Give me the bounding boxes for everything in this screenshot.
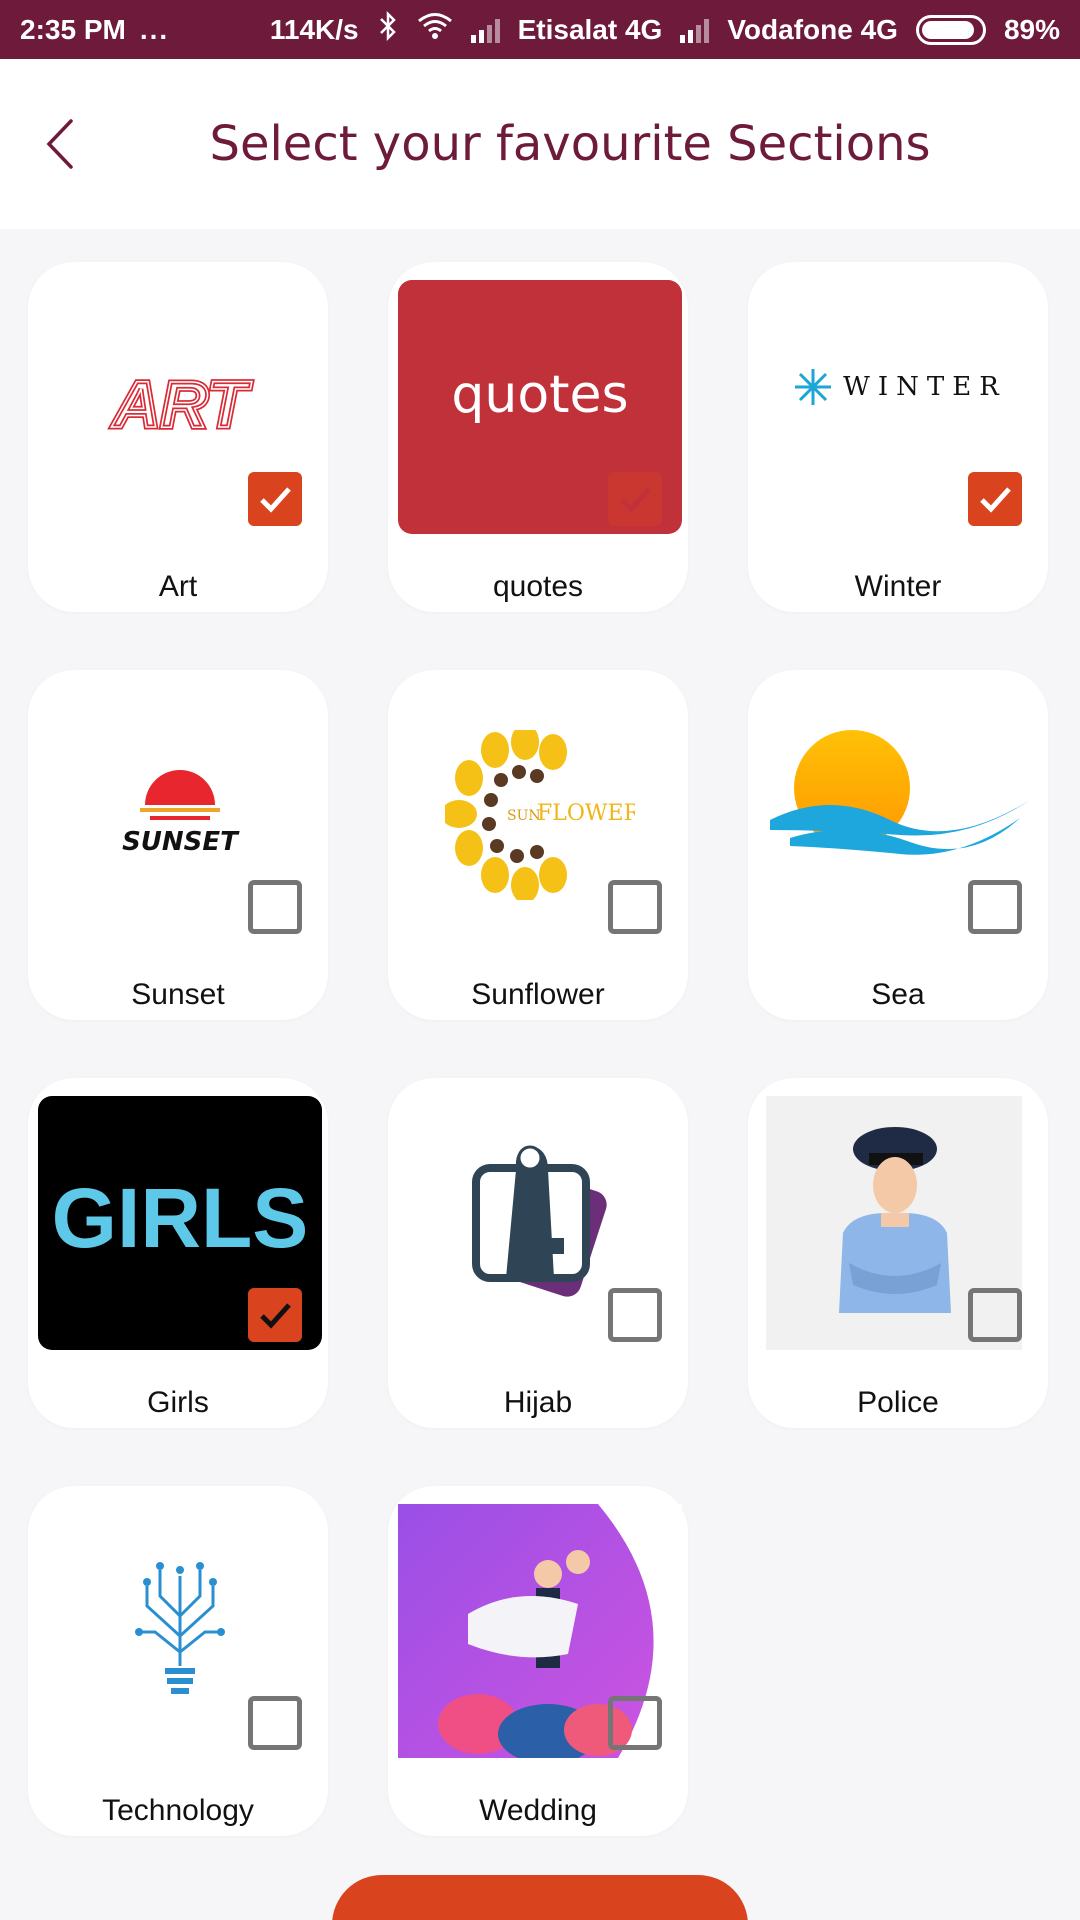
section-label: Girls bbox=[147, 1386, 209, 1419]
sunflower-text-b: FLOWER bbox=[537, 801, 635, 826]
section-card-quotes[interactable]: quotes quotes bbox=[388, 262, 688, 612]
winter-logo-text: WINTER bbox=[843, 372, 1007, 402]
section-card-wedding[interactable]: Wedding bbox=[388, 1486, 688, 1836]
sections-grid: ART ART Art quotes quotes WINTER Winter … bbox=[28, 262, 1052, 1836]
wifi-icon bbox=[417, 12, 453, 47]
snowflake-icon bbox=[795, 369, 832, 405]
checkbox-winter[interactable] bbox=[968, 472, 1022, 526]
section-label: Police bbox=[857, 1386, 939, 1419]
section-label: Hijab bbox=[503, 1386, 573, 1419]
carrier-2: Vodafone 4G bbox=[727, 13, 898, 45]
checkbox-quotes[interactable] bbox=[608, 472, 662, 526]
bluetooth-icon bbox=[377, 10, 399, 48]
check-icon bbox=[260, 487, 291, 513]
continue-button[interactable] bbox=[332, 1875, 748, 1920]
section-label: Winter bbox=[854, 570, 942, 603]
quotes-logo-text: quotes bbox=[451, 365, 629, 425]
section-card-hijab[interactable]: Hijab bbox=[388, 1078, 688, 1428]
status-time: 2:35 PM bbox=[20, 13, 126, 45]
checkbox-wedding[interactable] bbox=[608, 1696, 662, 1750]
section-label: Wedding bbox=[479, 1794, 597, 1827]
app-header: Select your favourite Sections bbox=[0, 59, 1080, 229]
section-card-art[interactable]: ART ART Art bbox=[28, 262, 328, 612]
signal-icon bbox=[680, 17, 710, 43]
section-card-winter[interactable]: WINTER Winter bbox=[748, 262, 1048, 612]
section-card-girls[interactable]: GIRLS Girls bbox=[28, 1078, 328, 1428]
section-label: Sunflower bbox=[471, 978, 605, 1011]
battery-percent: 89% bbox=[1003, 13, 1060, 45]
section-card-sunflower[interactable]: SUN FLOWER Sunflower bbox=[388, 670, 688, 1020]
svg-text:ART: ART bbox=[111, 367, 252, 441]
checkbox-technology[interactable] bbox=[248, 1696, 302, 1750]
section-label: quotes bbox=[492, 570, 584, 603]
checkbox-hijab[interactable] bbox=[608, 1288, 662, 1342]
section-card-sea[interactable]: Sea bbox=[748, 670, 1048, 1020]
checkbox-police[interactable] bbox=[968, 1288, 1022, 1342]
section-label: Sea bbox=[871, 978, 925, 1011]
section-label: Technology bbox=[102, 1794, 254, 1827]
section-card-technology[interactable]: Technology bbox=[28, 1486, 328, 1836]
status-dots: ... bbox=[139, 13, 170, 45]
section-card-sunset[interactable]: SUNSET Sunset bbox=[28, 670, 328, 1020]
checkbox-sunflower[interactable] bbox=[608, 880, 662, 934]
girls-logo-text: GIRLS bbox=[51, 1170, 309, 1265]
signal-icon bbox=[470, 17, 500, 43]
sunflower-text-a: SUN bbox=[507, 808, 541, 824]
check-icon bbox=[980, 487, 1011, 513]
section-label: Art bbox=[158, 570, 198, 603]
checkbox-sea[interactable] bbox=[968, 880, 1022, 934]
checkbox-girls[interactable] bbox=[248, 1288, 302, 1342]
back-button[interactable] bbox=[40, 114, 80, 174]
checkbox-sunset[interactable] bbox=[248, 880, 302, 934]
check-icon bbox=[620, 487, 651, 513]
battery-icon bbox=[915, 14, 986, 45]
check-icon bbox=[260, 1303, 291, 1329]
status-bar: 2:35 PM ... 114K/s Etisalat 4G Vodafone … bbox=[0, 0, 1080, 59]
chevron-left-icon bbox=[46, 119, 73, 169]
section-label: Sunset bbox=[131, 978, 225, 1011]
page-title: Select your favourite Sections bbox=[209, 116, 931, 172]
sunset-logo-text: SUNSET bbox=[122, 827, 240, 857]
checkbox-art[interactable] bbox=[248, 472, 302, 526]
carrier-1: Etisalat 4G bbox=[517, 13, 663, 45]
section-card-police[interactable]: Police bbox=[748, 1078, 1048, 1428]
network-speed: 114K/s bbox=[269, 13, 359, 45]
